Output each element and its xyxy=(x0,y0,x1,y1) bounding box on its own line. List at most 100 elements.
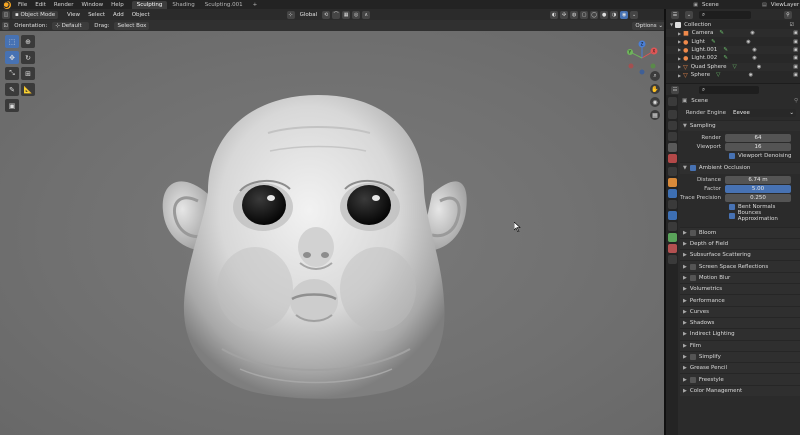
shading-rendered-icon[interactable]: ◉ xyxy=(620,10,629,19)
menu-render[interactable]: Render xyxy=(50,2,78,8)
add-workspace-button[interactable]: + xyxy=(248,1,263,9)
expand-chevron-icon[interactable]: ▶ xyxy=(678,39,681,44)
render-camera-icon[interactable]: ▣ xyxy=(793,30,798,36)
expand-chevron-icon[interactable]: ▶ xyxy=(678,56,681,61)
editor-type-icon[interactable]: ◫ xyxy=(2,10,10,19)
shading-options-icon[interactable]: ⌄ xyxy=(630,10,639,19)
camera-view-icon[interactable]: ◉ xyxy=(650,97,660,107)
outliner-row-light[interactable]: ▶ ● Light ✎ ◉ ▣ xyxy=(666,37,800,46)
ao-factor-field[interactable]: 5.00 xyxy=(725,185,791,194)
visibility-eye-icon[interactable]: ◉ xyxy=(749,72,753,78)
section-curves[interactable]: ▶ Curves xyxy=(680,305,800,317)
collection-tab-icon[interactable] xyxy=(667,167,677,176)
render-camera-icon[interactable]: ▣ xyxy=(793,64,798,70)
annotate-tool[interactable]: ✎ xyxy=(5,83,19,96)
blender-logo-icon[interactable] xyxy=(3,0,11,9)
expand-chevron-icon[interactable]: ▶ xyxy=(678,47,681,52)
visibility-icon[interactable]: ◐ xyxy=(550,10,559,19)
visibility-eye-icon[interactable]: ◉ xyxy=(757,64,761,70)
measure-tool[interactable]: 📐 xyxy=(21,83,35,96)
section-subsurface-scattering[interactable]: ▶ Subsurface Scattering xyxy=(680,249,800,261)
scene-selector[interactable]: Scene xyxy=(702,2,762,8)
tool-tab-icon[interactable] xyxy=(667,97,677,106)
visibility-eye-icon[interactable]: ◉ xyxy=(752,55,756,61)
snap-target-icon[interactable]: ▦ xyxy=(342,10,351,19)
ao-trace-precision-field[interactable]: 0.250 xyxy=(725,194,791,203)
menu-help[interactable]: Help xyxy=(107,2,128,8)
render-samples-field[interactable]: 64 xyxy=(725,133,791,142)
render-camera-icon[interactable]: ▣ xyxy=(793,72,798,78)
world-tab-icon[interactable] xyxy=(667,154,677,163)
data-tab-icon[interactable] xyxy=(667,233,677,242)
drag-selector[interactable]: Select Box xyxy=(114,21,150,30)
screen-space-reflections-checkbox[interactable] xyxy=(689,263,696,270)
visibility-eye-icon[interactable]: ◉ xyxy=(746,39,750,45)
tab-sculpting[interactable]: Sculpting xyxy=(131,0,168,9)
object-tab-icon[interactable] xyxy=(667,178,677,187)
menu-file[interactable]: File xyxy=(14,2,31,8)
perspective-toggle-icon[interactable]: ▦ xyxy=(650,110,660,120)
xray-icon[interactable]: ▢ xyxy=(580,10,589,19)
expand-chevron-icon[interactable]: ▶ xyxy=(678,73,681,78)
tab-sculpting-001[interactable]: Sculpting.001 xyxy=(200,1,248,9)
particles-tab-icon[interactable] xyxy=(667,200,677,209)
visibility-eye-icon[interactable]: ◉ xyxy=(752,47,756,53)
menu-add[interactable]: Add xyxy=(110,11,127,19)
section-depth-of-field[interactable]: ▶ Depth of Field xyxy=(680,237,800,250)
outliner-row-light-001[interactable]: ▶ ● Light.001 ✎ ◉ ▣ xyxy=(666,45,800,55)
scale-tool[interactable]: ⤡ xyxy=(5,67,19,80)
mode-selector[interactable]: ▪ Object Mode xyxy=(12,10,58,19)
physics-tab-icon[interactable] xyxy=(667,211,677,220)
modifier-tab-icon[interactable] xyxy=(667,189,677,198)
move-tool[interactable]: ✥ xyxy=(5,51,19,64)
collection-checkbox-icon[interactable]: ☑ xyxy=(790,22,794,28)
viewport-samples-field[interactable]: 16 xyxy=(725,142,791,151)
3d-viewport[interactable] xyxy=(0,31,666,435)
menu-edit[interactable]: Edit xyxy=(31,2,50,8)
tool-settings-icon[interactable]: ⊡ xyxy=(2,21,10,30)
transform-orientation-selector[interactable]: Global xyxy=(297,11,321,19)
outliner-search-field[interactable]: ⌕ xyxy=(699,10,751,19)
add-cube-tool[interactable]: ▣ xyxy=(5,99,19,112)
section-grease-pencil[interactable]: ▶ Grease Pencil xyxy=(680,362,800,374)
outliner-row-camera[interactable]: ▶ ■ Camera ✎ ◉ ▣ xyxy=(666,29,800,38)
snap-icon[interactable]: ⌒ xyxy=(332,10,341,19)
display-mode-icon[interactable]: ⌄ xyxy=(685,10,693,19)
menu-select[interactable]: Select xyxy=(85,11,108,19)
falloff-icon[interactable]: ∧ xyxy=(362,10,371,19)
select-box-tool[interactable]: ⬚ xyxy=(5,35,19,48)
gizmo-toggle-icon[interactable]: ✣ xyxy=(560,10,569,19)
view-layer-selector[interactable]: ViewLayer xyxy=(771,2,799,8)
constraints-tab-icon[interactable] xyxy=(667,222,677,231)
menu-window[interactable]: Window xyxy=(77,2,107,8)
outliner-row-collection[interactable]: ▼ Collection ☑ xyxy=(666,20,800,29)
transform-tool[interactable]: ⊞ xyxy=(21,67,35,80)
properties-search-field[interactable]: ⌕ xyxy=(699,85,759,94)
render-camera-icon[interactable]: ▣ xyxy=(793,47,798,53)
outliner-editor-icon[interactable]: ☰ xyxy=(671,10,679,19)
motion-blur-checkbox[interactable] xyxy=(689,274,696,281)
viewport-denoising-checkbox[interactable] xyxy=(729,152,735,159)
section-film[interactable]: ▶ Film xyxy=(680,339,800,351)
menu-view[interactable]: View xyxy=(64,11,83,19)
overlay-icon[interactable]: ◍ xyxy=(570,10,579,19)
simplify-checkbox[interactable] xyxy=(689,354,696,360)
render-tab-icon[interactable] xyxy=(667,110,677,119)
cursor-tool[interactable]: ⊕ xyxy=(21,35,35,48)
section-freestyle[interactable]: ▶ Freestyle xyxy=(680,373,800,385)
section-shadows[interactable]: ▶ Shadows xyxy=(680,316,800,329)
shading-solid-icon[interactable]: ● xyxy=(600,10,609,19)
outliner-row-light-002[interactable]: ▶ ● Light.002 ✎ ◉ ▣ xyxy=(666,54,800,62)
expand-chevron-icon[interactable]: ▼ xyxy=(670,22,673,27)
ambient-occlusion-checkbox[interactable] xyxy=(689,165,696,172)
pivot-icon[interactable]: ⟲ xyxy=(322,10,331,19)
pan-hand-icon[interactable]: ✋ xyxy=(650,84,660,94)
section-screen-space-reflections[interactable]: ▶ Screen Space Reflections xyxy=(680,260,800,272)
section-bloom[interactable]: ▶ Bloom xyxy=(680,226,800,238)
orientation-selector[interactable]: ⊹ Default xyxy=(52,21,90,30)
bounces-approx-checkbox[interactable] xyxy=(729,213,735,220)
ao-distance-field[interactable]: 6.74 m xyxy=(725,176,791,185)
outliner-row-quad-sphere[interactable]: ▶ ▽ Quad Sphere ▽ ◉ ▣ xyxy=(666,62,800,71)
view-layer-tab-icon[interactable] xyxy=(667,132,677,141)
material-tab-icon[interactable] xyxy=(667,244,677,253)
